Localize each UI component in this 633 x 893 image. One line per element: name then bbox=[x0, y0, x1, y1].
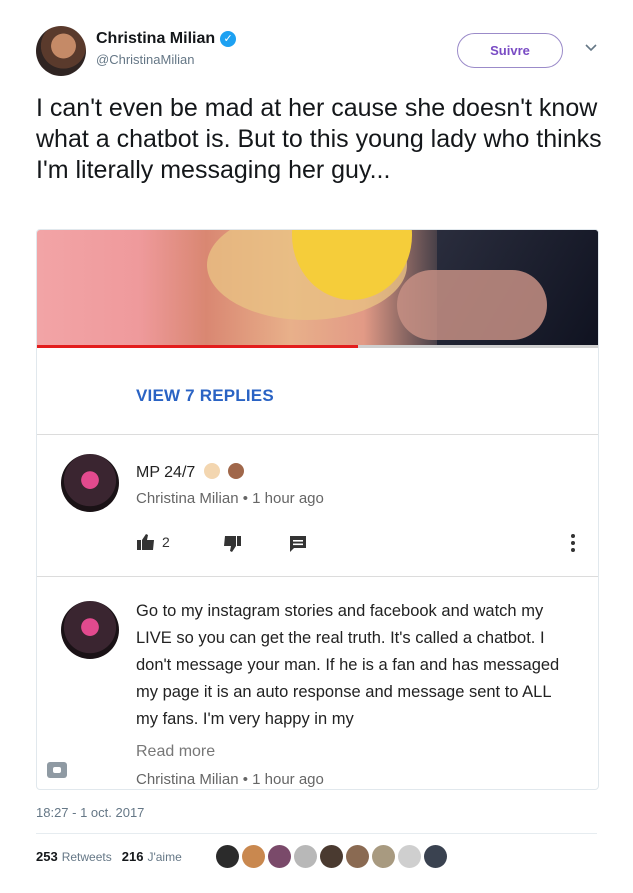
tweet-header: Christina Milian ✓ @ChristinaMilian Suiv… bbox=[36, 26, 605, 78]
liker-avatar[interactable] bbox=[268, 845, 291, 868]
more-options-icon[interactable] bbox=[570, 534, 576, 552]
liker-avatar[interactable] bbox=[424, 845, 447, 868]
author-avatar[interactable] bbox=[36, 26, 86, 76]
retweets-count[interactable]: 253 bbox=[36, 849, 58, 864]
comment-body: Go to my instagram stories and facebook … bbox=[136, 602, 560, 728]
thumbs-up-icon[interactable] bbox=[136, 533, 156, 551]
follow-button[interactable]: Suivre bbox=[457, 33, 563, 68]
gif-badge-icon bbox=[47, 762, 67, 778]
liker-avatar[interactable] bbox=[398, 845, 421, 868]
retweets-label[interactable]: Retweets bbox=[62, 850, 112, 864]
comment-author-name[interactable]: MP 24/7 bbox=[136, 463, 245, 482]
video-thumbnail[interactable] bbox=[37, 230, 598, 348]
emoji-face-icon bbox=[203, 463, 220, 479]
comment-author-label: MP 24/7 bbox=[136, 464, 196, 481]
liker-avatar[interactable] bbox=[320, 845, 343, 868]
likes-label[interactable]: J'aime bbox=[147, 850, 181, 864]
author-handle[interactable]: @ChristinaMilian bbox=[96, 52, 236, 67]
author-name-row[interactable]: Christina Milian ✓ bbox=[96, 30, 237, 48]
view-replies-link[interactable]: VIEW 7 REPLIES bbox=[136, 386, 274, 406]
divider bbox=[36, 833, 597, 834]
read-more-link[interactable]: Read more bbox=[136, 743, 215, 761]
divider bbox=[37, 576, 598, 577]
verified-badge-icon: ✓ bbox=[220, 31, 237, 47]
tweet-timestamp[interactable]: 18:27 - 1 oct. 2017 bbox=[36, 805, 144, 820]
chevron-down-icon[interactable] bbox=[583, 40, 599, 56]
tweet-stats: 253 Retweets 216 J'aime bbox=[36, 849, 182, 864]
liker-avatar[interactable] bbox=[242, 845, 265, 868]
liker-avatars bbox=[216, 845, 447, 868]
liker-avatar[interactable] bbox=[216, 845, 239, 868]
tweet-text: I can't even be mad at her cause she doe… bbox=[36, 94, 602, 184]
author-display-name[interactable]: Christina Milian bbox=[96, 30, 215, 48]
like-count: 2 bbox=[162, 534, 170, 550]
video-progress-fill bbox=[37, 345, 358, 348]
comment-meta: Christina Milian • 1 hour ago bbox=[136, 771, 324, 788]
comment-avatar[interactable] bbox=[61, 454, 119, 512]
reply-comment-icon[interactable] bbox=[288, 535, 308, 553]
video-progress-bar[interactable] bbox=[37, 345, 598, 348]
liker-avatar[interactable] bbox=[372, 845, 395, 868]
thumbs-down-icon[interactable] bbox=[222, 535, 242, 553]
tweet-media-screenshot[interactable]: VIEW 7 REPLIES MP 24/7 Christina Milian … bbox=[36, 229, 599, 790]
liker-avatar[interactable] bbox=[294, 845, 317, 868]
comment-avatar[interactable] bbox=[61, 601, 119, 659]
like-action[interactable]: 2 bbox=[136, 533, 170, 551]
divider bbox=[37, 434, 598, 435]
liker-avatar[interactable] bbox=[346, 845, 369, 868]
emoji-face-icon bbox=[228, 463, 245, 479]
likes-count[interactable]: 216 bbox=[122, 849, 144, 864]
comment-meta: Christina Milian • 1 hour ago bbox=[136, 490, 324, 507]
author-info: Christina Milian ✓ @ChristinaMilian bbox=[96, 30, 237, 67]
